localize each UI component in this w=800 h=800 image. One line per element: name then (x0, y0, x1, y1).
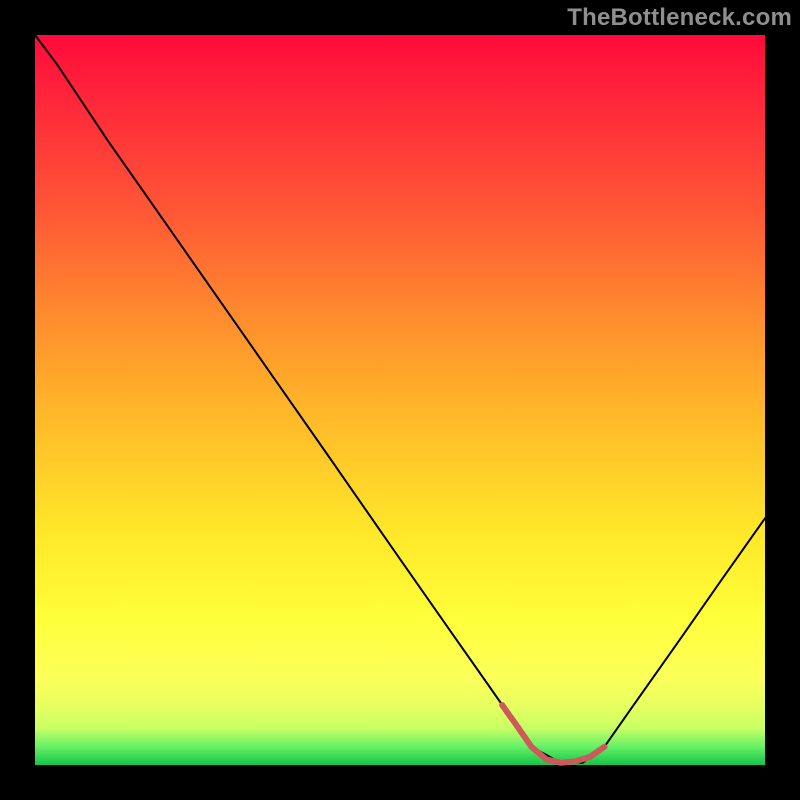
series-bottleneck-curve (35, 35, 765, 763)
watermark-text: TheBottleneck.com (567, 4, 792, 32)
chart-svg (0, 0, 800, 800)
chart-frame: TheBottleneck.com (0, 0, 800, 800)
series-optimal-zone (502, 705, 604, 763)
